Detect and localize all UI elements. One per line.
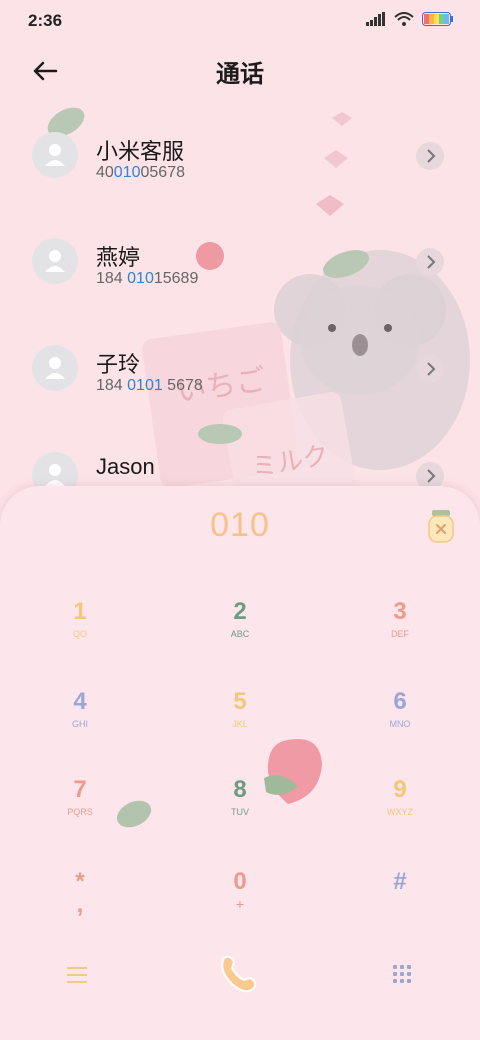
contact-item[interactable]: 燕婷 184 01015689	[0, 216, 480, 316]
dialed-number-display[interactable]: 010	[0, 506, 480, 545]
dial-key-digit: 2	[233, 598, 247, 625]
number-suffix: 05678	[140, 164, 186, 181]
menu-icon[interactable]	[67, 966, 89, 984]
number-match: 010	[113, 164, 141, 181]
dial-key-digit: 6	[393, 688, 407, 715]
contact-name: Jason	[96, 454, 155, 479]
delete-icon[interactable]	[426, 510, 456, 544]
dial-key-letters: GHI	[71, 719, 88, 729]
dial-key-letters: ,	[76, 891, 84, 918]
contact-item[interactable]: 小米客服 4001005678	[0, 110, 480, 210]
signal-icon	[366, 12, 385, 26]
dial-key-letters: JKL	[232, 719, 248, 729]
number-match: 010	[127, 270, 154, 287]
person-icon	[45, 357, 65, 379]
contact-name: 子玲	[96, 352, 141, 377]
number-match: 0101	[127, 377, 163, 394]
dial-key[interactable]: #	[340, 868, 460, 938]
top-bar: 通话	[0, 40, 480, 100]
dial-key-digit: 9	[393, 776, 407, 803]
dial-key-digit: 1	[73, 598, 87, 625]
dial-key-letters: WXYZ	[387, 807, 413, 817]
dial-key-digit: #	[393, 868, 407, 895]
status-bar: 2:36	[0, 0, 480, 40]
call-button[interactable]	[216, 952, 260, 996]
contact-name: 燕婷	[96, 245, 141, 270]
person-icon	[45, 250, 65, 272]
number-suffix: 5678	[162, 377, 203, 394]
chevron-right-icon	[427, 362, 436, 376]
battery-icon	[422, 12, 453, 26]
status-time: 2:36	[28, 11, 63, 30]
number-prefix: 40	[96, 164, 114, 181]
person-icon	[45, 144, 65, 166]
avatar	[32, 238, 78, 284]
dial-key-letters: ABC	[230, 629, 250, 639]
dial-key[interactable]: 3 DEF	[340, 598, 460, 668]
contact-number: 184 01015689	[96, 270, 198, 288]
dial-key-letters: QO	[72, 629, 87, 639]
contact-detail-button[interactable]	[416, 248, 444, 276]
person-icon	[45, 464, 65, 486]
dial-key-digit: 4	[73, 688, 87, 715]
avatar	[32, 345, 78, 391]
dial-key[interactable]: 1 QO	[20, 598, 140, 668]
leaf-decoration	[116, 800, 152, 828]
dialpad-panel: 010 1 QO 2 ABC 3 DEF 4 GHI 5 JKL 6 MNO 7 PQRS 8 TUV 9 WXY…	[0, 486, 480, 1040]
dial-key[interactable]: *,	[20, 868, 140, 938]
chevron-right-icon	[427, 255, 436, 269]
number-prefix: 184	[96, 270, 128, 287]
contact-number: 4001005678	[96, 164, 185, 182]
dial-key[interactable]: 6 MNO	[340, 688, 460, 758]
dial-key[interactable]: 9 WXYZ	[340, 776, 460, 846]
number-prefix: 184	[96, 377, 128, 394]
dial-key-letters: MNO	[389, 719, 411, 729]
dial-key[interactable]: 0 +	[180, 868, 300, 938]
dial-key-digit: 0	[233, 868, 247, 895]
contact-detail-button[interactable]	[416, 142, 444, 170]
keypad-toggle-icon[interactable]	[392, 964, 412, 986]
dial-key-letters: +	[235, 896, 245, 912]
dial-key[interactable]: 4 GHI	[20, 688, 140, 758]
number-suffix: 15689	[153, 270, 199, 287]
dial-key[interactable]: 2 ABC	[180, 598, 300, 668]
contact-detail-button[interactable]	[416, 355, 444, 383]
contact-item[interactable]: 子玲 184 0101 5678	[0, 323, 480, 423]
dial-key-letters: DEF	[391, 629, 409, 639]
dial-key-digit: 5	[233, 688, 247, 715]
dial-key-digit: 3	[393, 598, 407, 625]
page-title: 通话	[216, 61, 264, 88]
contact-name: 小米客服	[96, 139, 185, 164]
strawberry-decoration	[264, 739, 322, 804]
wifi-icon	[394, 12, 414, 26]
chevron-right-icon	[427, 149, 436, 163]
avatar	[32, 132, 78, 178]
contact-number: 184 0101 5678	[96, 377, 203, 395]
